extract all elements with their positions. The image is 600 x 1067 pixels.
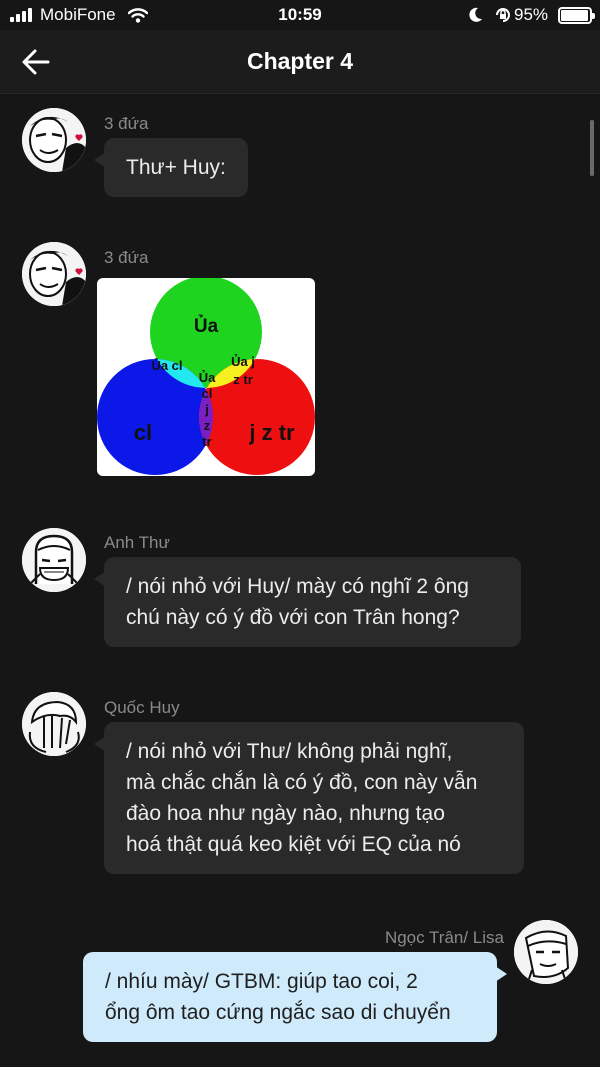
message-line: đào hoa như ngày nào, nhưng tạo bbox=[126, 802, 445, 825]
status-bar: MobiFone 10:59 95% bbox=[0, 0, 600, 30]
message-line: mà chắc chắn là có ý đồ, con này vẫn bbox=[126, 771, 478, 794]
venn-label-center-1: Ủa bbox=[199, 370, 216, 385]
message-line: ổng ôm tao cứng ngắc sao di chuyển bbox=[105, 1001, 451, 1024]
venn-label-bottom-overlap-1: j bbox=[204, 402, 209, 417]
message-line: chú này có ý đồ với con Trân hong? bbox=[126, 606, 460, 629]
avatar-anh-thu[interactable] bbox=[22, 528, 86, 592]
page-title: Chapter 4 bbox=[246, 48, 354, 74]
avatar-3-dua[interactable] bbox=[22, 242, 86, 306]
message-line: / nói nhỏ với Huy/ mày có nghĩ 2 ông bbox=[126, 575, 469, 598]
venn-label-left-overlap: Ủa cl bbox=[151, 358, 182, 373]
venn-label-right-overlap-2: z tr bbox=[233, 372, 253, 387]
scrollbar[interactable] bbox=[590, 120, 594, 176]
venn-label-right-overlap-1: Ủa j bbox=[231, 354, 255, 369]
rotation-lock-icon bbox=[496, 8, 510, 22]
message-bubble[interactable]: / nói nhỏ với Thư/ không phải nghĩ, mà c… bbox=[94, 722, 524, 874]
message-line: hoá thật quá keo kiệt với EQ của nó bbox=[126, 833, 461, 856]
chat-screen: MobiFone 10:59 95% Chapter 4 3 đứa Thư+ … bbox=[0, 0, 600, 1067]
sender-name: 3 đứa bbox=[104, 114, 149, 133]
venn-diagram-image[interactable]: Ủa Ủa cl Ủa j z tr Ủa cl j z tr cl j z t… bbox=[97, 278, 315, 476]
venn-label-center-2: cl bbox=[202, 386, 213, 401]
venn-label-bottom-overlap-2: z bbox=[204, 418, 211, 433]
message-bubble[interactable]: Thư+ Huy: bbox=[94, 138, 248, 197]
message-line: / nhíu mày/ GTBM: giúp tao coi, 2 bbox=[105, 970, 418, 993]
sender-name: 3 đứa bbox=[104, 248, 149, 267]
message-bubble[interactable]: / nói nhỏ với Huy/ mày có nghĩ 2 ông chú… bbox=[94, 557, 521, 647]
sender-name: Anh Thư bbox=[104, 533, 170, 552]
meme-face-avatar-icon bbox=[22, 108, 86, 172]
avatar-3-dua[interactable] bbox=[22, 108, 86, 172]
venn-label-left: cl bbox=[134, 420, 152, 445]
meme-face-avatar-icon bbox=[22, 242, 86, 306]
venn-label-top: Ủa bbox=[194, 315, 219, 337]
avatar-ngoc-tran[interactable] bbox=[514, 920, 578, 984]
moon-icon bbox=[469, 7, 482, 22]
avatar-quoc-huy[interactable] bbox=[22, 692, 86, 756]
battery-percent: 95% bbox=[514, 5, 549, 24]
battery-icon bbox=[558, 7, 595, 24]
message-text: Thư+ Huy: bbox=[126, 156, 226, 179]
sender-name: Ngọc Trân/ Lisa bbox=[384, 928, 504, 947]
cartoon-face-avatar-icon bbox=[22, 528, 86, 592]
header: Chapter 4 bbox=[0, 30, 600, 94]
venn-label-bottom-overlap-3: tr bbox=[202, 434, 211, 449]
sender-name: Quốc Huy bbox=[104, 698, 180, 717]
message-line: / nói nhỏ với Thư/ không phải nghĩ, bbox=[126, 740, 453, 763]
venn-label-right: j z tr bbox=[248, 420, 295, 445]
venn-diagram: Ủa Ủa cl Ủa j z tr Ủa cl j z tr cl j z t… bbox=[97, 278, 315, 475]
cartoon-face-avatar-icon bbox=[22, 692, 86, 756]
cartoon-face-avatar-icon bbox=[514, 920, 578, 984]
message-bubble-self[interactable]: / nhíu mày/ GTBM: giúp tao coi, 2 ổng ôm… bbox=[83, 952, 507, 1042]
